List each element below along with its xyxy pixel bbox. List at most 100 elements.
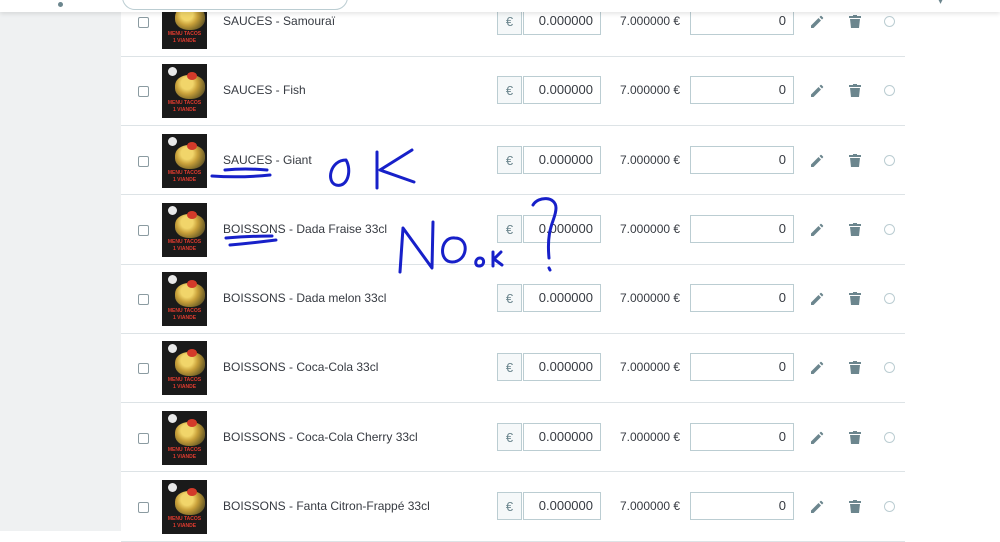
thumbnail-badge bbox=[168, 275, 177, 285]
combination-name: BOISSONS - Dada melon 33cl bbox=[223, 291, 387, 306]
impact-price-input[interactable]: 0.000000 bbox=[523, 353, 601, 382]
edit-pencil-icon[interactable] bbox=[810, 500, 824, 514]
quantity-input[interactable]: 0 bbox=[690, 284, 794, 313]
final-price: 7.000000 € bbox=[620, 152, 681, 167]
product-thumbnail: MENU TACOS 1 VIANDE bbox=[162, 202, 207, 257]
table-row: MENU TACOS 1 VIANDE SAUCES - Fish €0.000000… bbox=[121, 56, 905, 126]
edit-pencil-icon[interactable] bbox=[810, 361, 824, 375]
trash-icon[interactable] bbox=[849, 361, 861, 375]
edit-pencil-icon[interactable] bbox=[810, 223, 824, 237]
trash-icon[interactable] bbox=[849, 15, 861, 28]
table-row: MENU TACOS 1 VIANDE BOISSONS - Dada Fraise… bbox=[121, 194, 905, 265]
row-checkbox[interactable] bbox=[138, 363, 149, 375]
trash-icon[interactable] bbox=[849, 500, 861, 514]
currency-addon: € bbox=[497, 422, 522, 451]
combinations-table: MENU TACOS 1 VIANDE SAUCES - Samouraï €0.00… bbox=[121, 0, 1000, 542]
impact-price-input[interactable]: 0.000000 bbox=[523, 492, 601, 521]
top-toolbar: ▾ bbox=[0, 0, 1000, 12]
row-checkbox[interactable] bbox=[138, 224, 149, 236]
edit-pencil-icon[interactable] bbox=[810, 154, 824, 168]
default-radio[interactable] bbox=[884, 154, 895, 166]
thumbnail-tomato bbox=[187, 141, 197, 150]
table-row: MENU TACOS 1 VIANDE BOISSONS - Fanta Citro… bbox=[121, 471, 905, 542]
combination-name: BOISSONS - Fanta Citron-Frappé 33cl bbox=[223, 499, 430, 514]
default-radio[interactable] bbox=[884, 293, 895, 305]
thumbnail-badge bbox=[168, 344, 177, 354]
impact-price-input[interactable]: 0.000000 bbox=[523, 76, 601, 105]
row-checkbox[interactable] bbox=[138, 155, 149, 167]
thumbnail-label: MENU TACOS bbox=[167, 238, 202, 245]
edit-pencil-icon[interactable] bbox=[810, 84, 824, 98]
thumbnail-label: 1 VIANDE bbox=[172, 315, 197, 322]
row-checkbox[interactable] bbox=[138, 86, 149, 98]
toolbar-dot-icon bbox=[58, 2, 63, 7]
product-thumbnail: MENU TACOS 1 VIANDE bbox=[162, 341, 207, 396]
edit-pencil-icon[interactable] bbox=[810, 292, 824, 306]
thumbnail-badge bbox=[168, 136, 177, 146]
quantity-input[interactable]: 0 bbox=[690, 492, 794, 521]
table-row: MENU TACOS 1 VIANDE BOISSONS - Coca-Cola 3… bbox=[121, 333, 905, 404]
trash-icon[interactable] bbox=[849, 222, 861, 236]
quantity-input[interactable]: 0 bbox=[690, 76, 794, 105]
thumbnail-tomato bbox=[187, 210, 197, 219]
thumbnail-label: 1 VIANDE bbox=[172, 38, 197, 44]
currency-addon: € bbox=[497, 76, 522, 105]
currency-addon: € bbox=[497, 214, 522, 243]
final-price: 7.000000 € bbox=[620, 499, 681, 514]
combination-name: BOISSONS - Coca-Cola 33cl bbox=[223, 360, 379, 375]
impact-price-input[interactable]: 0.000000 bbox=[523, 422, 601, 451]
row-checkbox[interactable] bbox=[138, 17, 149, 28]
thumbnail-badge bbox=[168, 483, 177, 493]
edit-pencil-icon[interactable] bbox=[810, 15, 824, 29]
combination-name: SAUCES - Giant bbox=[223, 152, 312, 167]
thumbnail-label: 1 VIANDE bbox=[172, 107, 197, 114]
quantity-input[interactable]: 0 bbox=[690, 145, 794, 174]
currency-addon: € bbox=[497, 284, 522, 313]
final-price: 7.000000 € bbox=[620, 83, 681, 98]
default-radio[interactable] bbox=[884, 16, 895, 27]
final-price: 7.000000 € bbox=[620, 221, 681, 236]
impact-price-input[interactable]: 0.000000 bbox=[523, 214, 601, 243]
product-thumbnail: MENU TACOS 1 VIANDE bbox=[162, 64, 207, 119]
table-row: MENU TACOS 1 VIANDE BOISSONS - Coca-Cola C… bbox=[121, 402, 905, 473]
default-radio[interactable] bbox=[884, 501, 895, 513]
product-thumbnail: MENU TACOS 1 VIANDE bbox=[162, 133, 207, 188]
combination-name: BOISSONS - Coca-Cola Cherry 33cl bbox=[223, 429, 418, 444]
trash-icon[interactable] bbox=[849, 292, 861, 306]
impact-price-input[interactable]: 0.000000 bbox=[523, 284, 601, 313]
final-price: 7.000000 € bbox=[620, 291, 681, 306]
row-checkbox[interactable] bbox=[138, 432, 149, 444]
default-radio[interactable] bbox=[884, 85, 895, 97]
product-thumbnail: MENU TACOS 1 VIANDE bbox=[162, 272, 207, 327]
thumbnail-label: MENU TACOS bbox=[167, 169, 202, 176]
final-price: 7.000000 € bbox=[620, 429, 681, 444]
quantity-input[interactable]: 0 bbox=[690, 422, 794, 451]
thumbnail-label: MENU TACOS bbox=[167, 377, 202, 384]
thumbnail-label: MENU TACOS bbox=[167, 100, 202, 107]
quantity-input[interactable]: 0 bbox=[690, 214, 794, 243]
thumbnail-label: 1 VIANDE bbox=[172, 523, 197, 530]
row-checkbox[interactable] bbox=[138, 502, 149, 514]
default-radio[interactable] bbox=[884, 431, 895, 443]
table-row: MENU TACOS 1 VIANDE SAUCES - Giant €0.00000… bbox=[121, 125, 905, 196]
edit-pencil-icon[interactable] bbox=[810, 431, 824, 445]
chevron-down-icon[interactable]: ▾ bbox=[938, 0, 943, 7]
quantity-input[interactable]: 0 bbox=[690, 353, 794, 382]
product-thumbnail: MENU TACOS 1 VIANDE bbox=[162, 410, 207, 465]
trash-icon[interactable] bbox=[849, 153, 861, 167]
default-radio[interactable] bbox=[884, 223, 895, 235]
impact-price-input[interactable]: 0.000000 bbox=[523, 145, 601, 174]
row-checkbox[interactable] bbox=[138, 294, 149, 306]
thumbnail-label: 1 VIANDE bbox=[172, 245, 197, 252]
top-search-pill[interactable] bbox=[122, 0, 348, 10]
thumbnail-label: 1 VIANDE bbox=[172, 384, 197, 391]
trash-icon[interactable] bbox=[849, 430, 861, 444]
currency-addon: € bbox=[497, 353, 522, 382]
thumbnail-label: 1 VIANDE bbox=[172, 176, 197, 183]
default-radio[interactable] bbox=[884, 362, 895, 374]
combination-name: SAUCES - Samouraï bbox=[223, 14, 336, 28]
currency-addon: € bbox=[497, 492, 522, 521]
left-gutter bbox=[0, 0, 121, 531]
trash-icon[interactable] bbox=[849, 84, 861, 98]
final-price: 7.000000 € bbox=[620, 360, 681, 375]
